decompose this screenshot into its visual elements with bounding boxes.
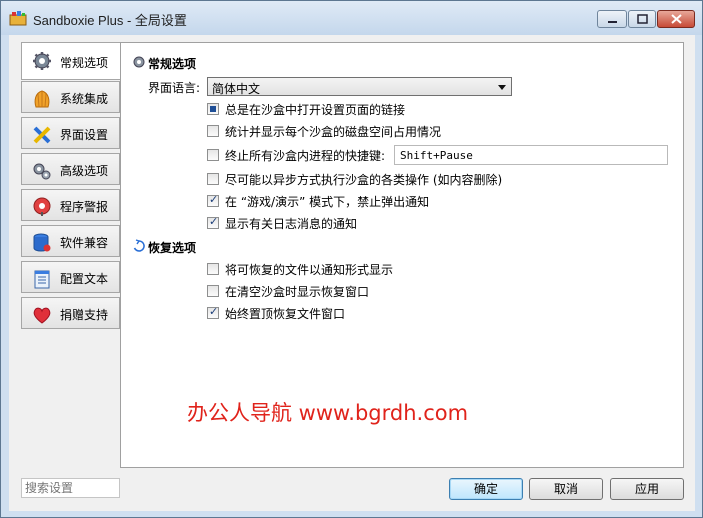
- tab-label: 系统集成: [60, 92, 109, 106]
- interface-icon: [33, 126, 51, 144]
- recovery-topmost-checkbox[interactable]: [207, 305, 219, 319]
- tab-label: 高级选项: [60, 164, 109, 178]
- tab-interface[interactable]: 界面设置: [21, 117, 120, 149]
- settings-panel: 常规选项 界面语言: 简体中文 总是在沙盒中打开设置页面的链接 统计并显示每个沙…: [120, 42, 684, 468]
- hotkey-input[interactable]: Shift+Pause: [394, 145, 668, 165]
- language-value: 简体中文: [212, 82, 261, 96]
- checkbox-label: 在清空沙盒时显示恢复窗口: [225, 285, 370, 299]
- tab-label: 常规选项: [60, 56, 109, 70]
- game-mode-notifications-checkbox[interactable]: [207, 193, 219, 207]
- tab-compatibility[interactable]: 软件兼容: [21, 225, 120, 257]
- close-button[interactable]: [657, 10, 695, 28]
- recovery-section-heading: 恢复选项: [148, 241, 197, 255]
- tab-label: 程序警报: [60, 200, 109, 214]
- checkbox-label: 尽可能以异步方式执行沙盒的各类操作 (如内容删除): [225, 173, 503, 187]
- tab-advanced[interactable]: 高级选项: [21, 153, 120, 185]
- tab-config-text[interactable]: 配置文本: [21, 261, 120, 293]
- alert-icon: [33, 197, 51, 216]
- recovery-on-empty-checkbox[interactable]: [207, 285, 219, 297]
- watermark-text: 办公人导航 www.bgrdh.com: [187, 401, 469, 425]
- general-section-heading: 常规选项: [148, 57, 197, 71]
- notepad-icon: [34, 270, 50, 289]
- database-icon: [33, 233, 51, 252]
- cancel-button[interactable]: 取消: [529, 478, 603, 500]
- sandboxie-app-icon: [9, 11, 27, 26]
- recovery-notifications-checkbox[interactable]: [207, 263, 219, 275]
- terminate-hotkey-checkbox[interactable]: [207, 149, 219, 161]
- checkbox-label: 始终置顶恢复文件窗口: [225, 307, 346, 321]
- async-operations-checkbox[interactable]: [207, 173, 219, 185]
- open-links-in-sandbox-checkbox[interactable]: [207, 103, 219, 115]
- tab-general[interactable]: 常规选项: [21, 42, 122, 80]
- tab-program-alerts[interactable]: 程序警报: [21, 189, 120, 221]
- recovery-icon: [133, 239, 145, 252]
- tab-label: 软件兼容: [60, 236, 109, 250]
- tab-label: 配置文本: [60, 272, 109, 286]
- minimize-icon: [608, 21, 617, 23]
- checkbox-label: 统计并显示每个沙盒的磁盘空间占用情况: [225, 125, 442, 139]
- search-settings-input[interactable]: [21, 478, 120, 498]
- hotkey-value: Shift+Pause: [400, 149, 473, 162]
- maximize-button[interactable]: [628, 10, 656, 28]
- language-label: 界面语言:: [148, 81, 201, 95]
- close-icon: [671, 14, 682, 24]
- heart-icon: [33, 307, 51, 324]
- checkbox-label: 将可恢复的文件以通知形式显示: [225, 263, 394, 277]
- shell-icon: [34, 90, 50, 108]
- checkbox-label: 在 “游戏/演示” 模式下，禁止弹出通知: [225, 195, 430, 209]
- language-select[interactable]: 简体中文: [207, 77, 512, 96]
- dialog-client-area: 常规选项 系统集成 界面设置 高级选项 程序警报 软件兼容 配置文本 捐赠支持 …: [9, 35, 695, 511]
- window-title: Sandboxie Plus - 全局设置: [33, 13, 187, 28]
- gears-icon: [33, 163, 51, 180]
- gear-icon: [133, 56, 145, 68]
- tab-label: 捐赠支持: [60, 308, 109, 322]
- ok-button[interactable]: 确定: [449, 478, 523, 500]
- maximize-icon: [637, 14, 648, 24]
- checkbox-label: 总是在沙盒中打开设置页面的链接: [225, 103, 406, 117]
- gear-icon: [33, 52, 51, 70]
- apply-button[interactable]: 应用: [610, 478, 684, 500]
- checkbox-label: 显示有关日志消息的通知: [225, 217, 358, 231]
- minimize-button[interactable]: [597, 10, 627, 28]
- disk-usage-checkbox[interactable]: [207, 125, 219, 137]
- tab-system-integration[interactable]: 系统集成: [21, 81, 120, 113]
- checkbox-label: 终止所有沙盒内进程的快捷键:: [225, 149, 386, 163]
- tab-donate[interactable]: 捐赠支持: [21, 297, 120, 329]
- chevron-down-icon: [498, 85, 506, 90]
- tab-label: 界面设置: [60, 128, 109, 142]
- title-bar[interactable]: Sandboxie Plus - 全局设置: [1, 1, 702, 35]
- settings-window: Sandboxie Plus - 全局设置 常规选项 系统集成 界面设置 高级选…: [0, 0, 703, 518]
- log-notifications-checkbox[interactable]: [207, 215, 219, 229]
